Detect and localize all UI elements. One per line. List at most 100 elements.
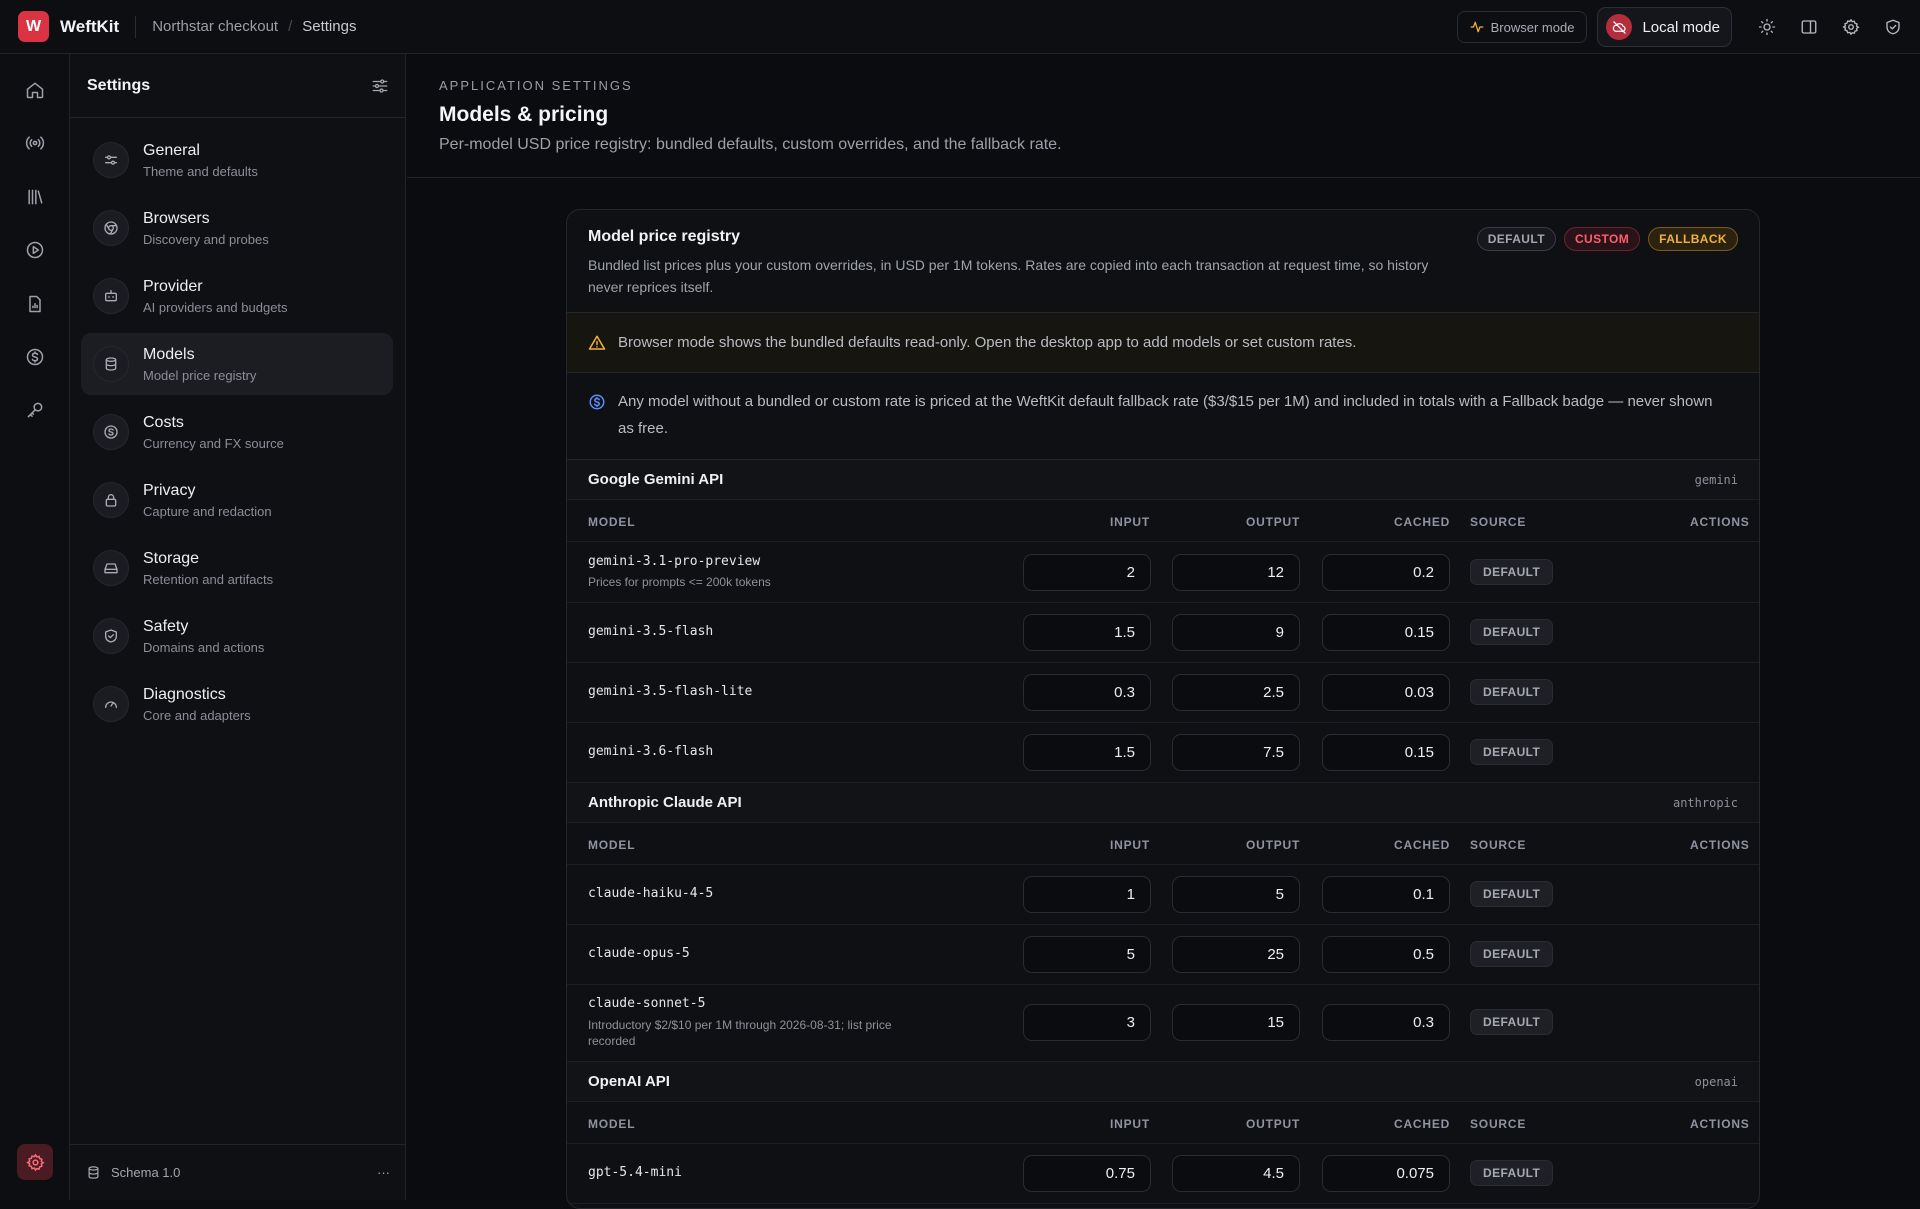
sidebar-item-label: Storage [143, 549, 200, 567]
settings-sidebar: Settings General Theme and defaults Brows… [70, 54, 406, 1200]
output-price-field[interactable]: 2.5 [1172, 674, 1300, 711]
panel-icon[interactable] [1788, 6, 1830, 48]
breadcrumb-separator: / [288, 18, 293, 35]
nav-rail [0, 54, 70, 1200]
input-price-field[interactable]: 1.5 [1023, 734, 1151, 771]
sidebar-item-label: Provider [143, 277, 203, 295]
model-name: claude-haiku-4-5 [588, 886, 714, 901]
provider-name: Google Gemini API [588, 471, 724, 488]
sun-icon[interactable] [1746, 6, 1788, 48]
shield-check-icon [93, 618, 129, 654]
sidebar-item-sub: Capture and redaction [143, 503, 272, 519]
broadcast-icon[interactable] [17, 125, 53, 161]
input-price-field[interactable]: 0.3 [1023, 674, 1151, 711]
col-source: SOURCE [1470, 838, 1527, 852]
output-price-field[interactable]: 12 [1172, 554, 1300, 591]
database-icon [86, 1165, 101, 1180]
cached-price-field[interactable]: 0.1 [1322, 876, 1450, 913]
app-logo[interactable]: W [18, 11, 49, 42]
source-badge: DEFAULT [1470, 881, 1554, 907]
more-button[interactable]: ··· [377, 1165, 390, 1180]
output-price-field[interactable]: 4.5 [1172, 1155, 1300, 1192]
price-registry-card: Model price registry Bundled list prices… [566, 209, 1760, 1209]
model-name: claude-sonnet-5 [588, 996, 706, 1011]
provider-name: Anthropic Claude API [588, 794, 742, 811]
output-price-field[interactable]: 9 [1172, 614, 1300, 651]
col-cached: CACHED [1394, 1117, 1451, 1131]
sidebar-item-label: Browsers [143, 209, 210, 227]
database-icon [93, 346, 129, 382]
warning-text: Browser mode shows the bundled defaults … [618, 334, 1357, 351]
play-icon[interactable] [17, 232, 53, 268]
model-name: gpt-5.4-mini [588, 1165, 682, 1180]
sidebar-item-browsers[interactable]: Browsers Discovery and probes [81, 197, 393, 259]
filter-sliders-icon[interactable] [371, 77, 389, 95]
pulse-icon [1470, 20, 1484, 34]
sidebar-item-sub: Retention and artifacts [143, 571, 274, 587]
source-badge: DEFAULT [1470, 941, 1554, 967]
shield-check-icon[interactable] [1872, 6, 1914, 48]
sidebar-item-models[interactable]: Models Model price registry [81, 333, 393, 395]
sidebar-item-general[interactable]: General Theme and defaults [81, 129, 393, 191]
provider-group-header: Anthropic Claude API anthropic [567, 783, 1759, 823]
output-price-field[interactable]: 7.5 [1172, 734, 1300, 771]
local-mode-button[interactable]: Local mode [1597, 7, 1732, 47]
settings-gear-icon[interactable] [17, 1144, 53, 1180]
dollar-icon[interactable] [17, 339, 53, 375]
library-icon[interactable] [17, 179, 53, 215]
card-header: Model price registry Bundled list prices… [567, 210, 1759, 312]
cached-price-field[interactable]: 0.2 [1322, 554, 1450, 591]
sidebar-item-storage[interactable]: Storage Retention and artifacts [81, 537, 393, 599]
table-row: claude-sonnet-5 Introductory $2/$10 per … [567, 985, 1759, 1062]
col-output: OUTPUT [1246, 1117, 1301, 1131]
gear-icon[interactable] [1830, 6, 1872, 48]
model-name: claude-opus-5 [588, 946, 690, 961]
input-price-field[interactable]: 0.75 [1023, 1155, 1151, 1192]
sidebar-item-safety[interactable]: Safety Domains and actions [81, 605, 393, 667]
sidebar-header: Settings [70, 54, 405, 118]
output-price-field[interactable]: 15 [1172, 1004, 1300, 1041]
input-price-field[interactable]: 3 [1023, 1004, 1151, 1041]
cached-price-field[interactable]: 0.15 [1322, 614, 1450, 651]
col-actions: ACTIONS [1690, 515, 1750, 529]
browser-mode-button[interactable]: Browser mode [1456, 11, 1588, 43]
sliders-icon [93, 142, 129, 178]
cached-price-field[interactable]: 0.075 [1322, 1155, 1450, 1192]
sidebar-item-costs[interactable]: Costs Currency and FX source [81, 401, 393, 463]
col-source: SOURCE [1470, 515, 1527, 529]
warning-icon [588, 334, 606, 352]
provider-name: OpenAI API [588, 1073, 670, 1090]
input-price-field[interactable]: 1 [1023, 876, 1151, 913]
model-name: gemini-3.5-flash [588, 624, 714, 639]
table-row: gemini-3.5-flash 1.5 9 0.15 DEFAULT [567, 603, 1759, 663]
table-row: gemini-3.1-pro-preview Prices for prompt… [567, 542, 1759, 603]
sidebar-item-diagnostics[interactable]: Diagnostics Core and adapters [81, 673, 393, 735]
source-badge: DEFAULT [1470, 739, 1554, 765]
input-price-field[interactable]: 1.5 [1023, 614, 1151, 651]
home-icon[interactable] [17, 72, 53, 108]
sidebar-item-privacy[interactable]: Privacy Capture and redaction [81, 469, 393, 531]
cached-price-field[interactable]: 0.3 [1322, 1004, 1450, 1041]
input-price-field[interactable]: 2 [1023, 554, 1151, 591]
breadcrumb-project[interactable]: Northstar checkout [152, 18, 278, 35]
sidebar-item-provider[interactable]: Provider AI providers and budgets [81, 265, 393, 327]
table-row: gemini-3.5-flash-lite 0.3 2.5 0.03 DEFAU… [567, 663, 1759, 723]
sidebar-item-label: Models [143, 345, 195, 363]
app-name: WeftKit [60, 16, 120, 36]
cached-price-field[interactable]: 0.03 [1322, 674, 1450, 711]
col-cached: CACHED [1394, 838, 1451, 852]
cached-price-field[interactable]: 0.15 [1322, 734, 1450, 771]
key-icon[interactable] [17, 392, 53, 428]
output-price-field[interactable]: 5 [1172, 876, 1300, 913]
input-price-field[interactable]: 5 [1023, 936, 1151, 973]
output-price-field[interactable]: 25 [1172, 936, 1300, 973]
provider-group-header: Google Gemini API gemini [567, 460, 1759, 500]
col-source: SOURCE [1470, 1117, 1527, 1131]
sidebar-item-label: Costs [143, 413, 184, 431]
table-header: MODEL INPUT OUTPUT CACHED SOURCE ACTIONS [567, 500, 1759, 542]
report-icon[interactable] [17, 286, 53, 322]
sidebar-item-sub: Currency and FX source [143, 435, 284, 451]
breadcrumb-current: Settings [302, 18, 357, 35]
col-model: MODEL [588, 1117, 636, 1131]
cached-price-field[interactable]: 0.5 [1322, 936, 1450, 973]
